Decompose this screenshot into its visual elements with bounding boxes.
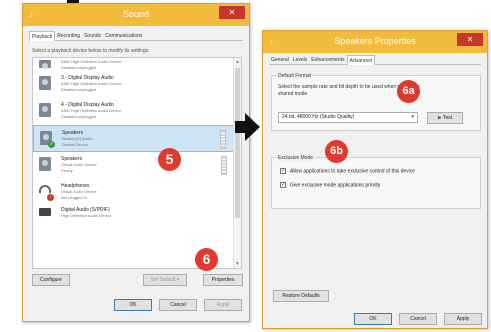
device-status: Disabled unplugged bbox=[61, 87, 97, 92]
list-item-selected[interactable]: ✓ Speakers Realtek(R) Audio Default Devi… bbox=[33, 125, 241, 152]
scroll-down-icon[interactable]: ▼ bbox=[234, 260, 241, 268]
ok-button[interactable]: OK bbox=[114, 299, 152, 311]
list-item[interactable]: ↓ Headphones Virtual Audio Device Not pl… bbox=[33, 179, 241, 206]
close-button[interactable]: ✕ bbox=[457, 33, 483, 46]
checkmark-icon: ✓ bbox=[48, 141, 55, 148]
headphones-icon bbox=[39, 185, 51, 193]
apply-button[interactable]: Apply bbox=[444, 313, 482, 325]
test-button[interactable]: ▶ Test bbox=[427, 112, 463, 124]
sound-tabs: Playback Recording Sounds Communications bbox=[29, 31, 243, 41]
device-text: Speakers Realtek(R) Audio Default Device bbox=[62, 130, 92, 148]
device-status: Default Device bbox=[62, 142, 89, 147]
step-6-marker: 6 bbox=[195, 248, 218, 271]
step-6a-marker: 6a bbox=[397, 80, 420, 103]
volume-meter bbox=[220, 130, 226, 149]
device-text: 4 - Digital Display Audio AMD High Defin… bbox=[61, 102, 121, 120]
priority-checkbox[interactable]: ✓ Give exclusive mode applications priori… bbox=[280, 182, 380, 189]
device-text: 3 - Digital Display Audio AMD High Defin… bbox=[61, 75, 121, 93]
device-status: Not plugged in bbox=[61, 195, 87, 200]
default-format-group: Default Format Select the sample rate an… bbox=[271, 73, 481, 131]
tab-communications[interactable]: Communications bbox=[103, 31, 144, 41]
sample-rate-select[interactable]: 24 bit, 48000 Hz (Studio Quality) ▾ bbox=[278, 112, 418, 123]
device-text: Speakers Virtual Audio Device Ready bbox=[61, 156, 97, 174]
apply-button[interactable]: Apply bbox=[204, 299, 242, 311]
restore-defaults-button[interactable]: Restore Defaults bbox=[273, 290, 329, 302]
device-text: AMD High Definition Audio Device Disable… bbox=[61, 59, 121, 71]
props-titlebar: ♪ Speakers Properties ✕ bbox=[263, 31, 487, 53]
right-arrow-icon bbox=[245, 113, 260, 141]
chevron-down-icon: ▾ bbox=[411, 114, 414, 120]
exclusive-mode-title: Exclusive Mode bbox=[276, 155, 316, 161]
volume-meter bbox=[221, 156, 227, 175]
priority-label: Give exclusive mode applications priorit… bbox=[290, 182, 381, 189]
device-list[interactable]: AMD High Definition Audio Device Disable… bbox=[32, 57, 242, 269]
scrollbar[interactable]: ▲ ▼ bbox=[233, 58, 241, 268]
configure-button[interactable]: Configure bbox=[32, 274, 70, 286]
tab-general[interactable]: General bbox=[269, 55, 291, 65]
unplugged-icon: ↓ bbox=[47, 194, 54, 201]
tab-recording[interactable]: Recording bbox=[55, 31, 82, 41]
close-button[interactable]: ✕ bbox=[219, 6, 245, 19]
instruction-text: Select a playback device below to modify… bbox=[32, 48, 150, 54]
cancel-button[interactable]: Cancel bbox=[399, 313, 437, 325]
step-6b-marker: 6b bbox=[325, 140, 348, 163]
properties-button[interactable]: Properties bbox=[203, 274, 243, 286]
allow-exclusive-checkbox[interactable]: ✓ Allow applications to take exclusive co… bbox=[280, 168, 415, 175]
tab-levels[interactable]: Levels bbox=[291, 55, 309, 65]
list-item[interactable]: Digital Audio (S/PDIF) High Definition A… bbox=[33, 206, 241, 219]
device-status: Disabled unplugged bbox=[61, 114, 97, 119]
speaker-icon bbox=[39, 60, 51, 69]
set-default-button[interactable]: Set Default ▾ bbox=[143, 274, 187, 286]
sound-dialog: ♪ Sound ✕ Playback Recording Sounds Comm… bbox=[22, 3, 250, 322]
scroll-up-icon[interactable]: ▲ bbox=[234, 58, 241, 66]
device-desc: High Definition Audio Device bbox=[61, 213, 112, 218]
device-text: Digital Audio (S/PDIF) High Definition A… bbox=[61, 207, 111, 219]
speaker-icon bbox=[39, 103, 51, 117]
play-icon: ▶ bbox=[437, 115, 442, 121]
sound-titlebar: ♪ Sound ✕ bbox=[23, 4, 249, 26]
default-format-title: Default Format bbox=[276, 73, 314, 79]
set-default-label: Set Default bbox=[150, 277, 176, 283]
speaker-icon bbox=[39, 76, 51, 90]
speaker-icon bbox=[39, 157, 51, 171]
sample-rate-value: 24 bit, 48000 Hz (Studio Quality) bbox=[282, 114, 355, 120]
tab-sounds[interactable]: Sounds bbox=[82, 31, 103, 41]
cancel-button[interactable]: Cancel bbox=[159, 299, 197, 311]
list-item[interactable]: 3 - Digital Display Audio AMD High Defin… bbox=[33, 71, 241, 98]
device-status: Ready bbox=[61, 168, 73, 173]
sound-title: Sound bbox=[122, 9, 150, 19]
checkbox-checked-icon[interactable]: ✓ bbox=[280, 182, 286, 188]
spdif-icon bbox=[39, 208, 51, 216]
list-item[interactable]: AMD High Definition Audio Device Disable… bbox=[33, 58, 241, 71]
list-item[interactable]: Speakers Virtual Audio Device Ready bbox=[33, 152, 241, 179]
step-5-marker: 5 bbox=[158, 148, 181, 171]
test-label: Test bbox=[443, 115, 453, 121]
device-text: Headphones Virtual Audio Device Not plug… bbox=[61, 183, 97, 201]
tab-playback[interactable]: Playback bbox=[29, 31, 56, 41]
ok-button[interactable]: OK bbox=[354, 313, 392, 325]
checkbox-checked-icon[interactable]: ✓ bbox=[280, 168, 286, 174]
exclusive-mode-group: Exclusive Mode ✓ Allow applications to ta… bbox=[271, 155, 481, 209]
tab-advanced[interactable]: Advanced bbox=[346, 55, 375, 65]
scroll-thumb[interactable] bbox=[235, 68, 240, 218]
props-title: Speakers Properties bbox=[334, 36, 416, 46]
tab-enhancements[interactable]: Enhancements bbox=[309, 55, 346, 65]
speakers-properties-dialog: ♪ Speakers Properties ✕ General Levels E… bbox=[262, 30, 488, 329]
allow-exclusive-label: Allow applications to take exclusive con… bbox=[290, 168, 416, 175]
props-tabs: General Levels Enhancements Advanced bbox=[269, 55, 481, 65]
list-item[interactable]: 4 - Digital Display Audio AMD High Defin… bbox=[33, 98, 241, 125]
